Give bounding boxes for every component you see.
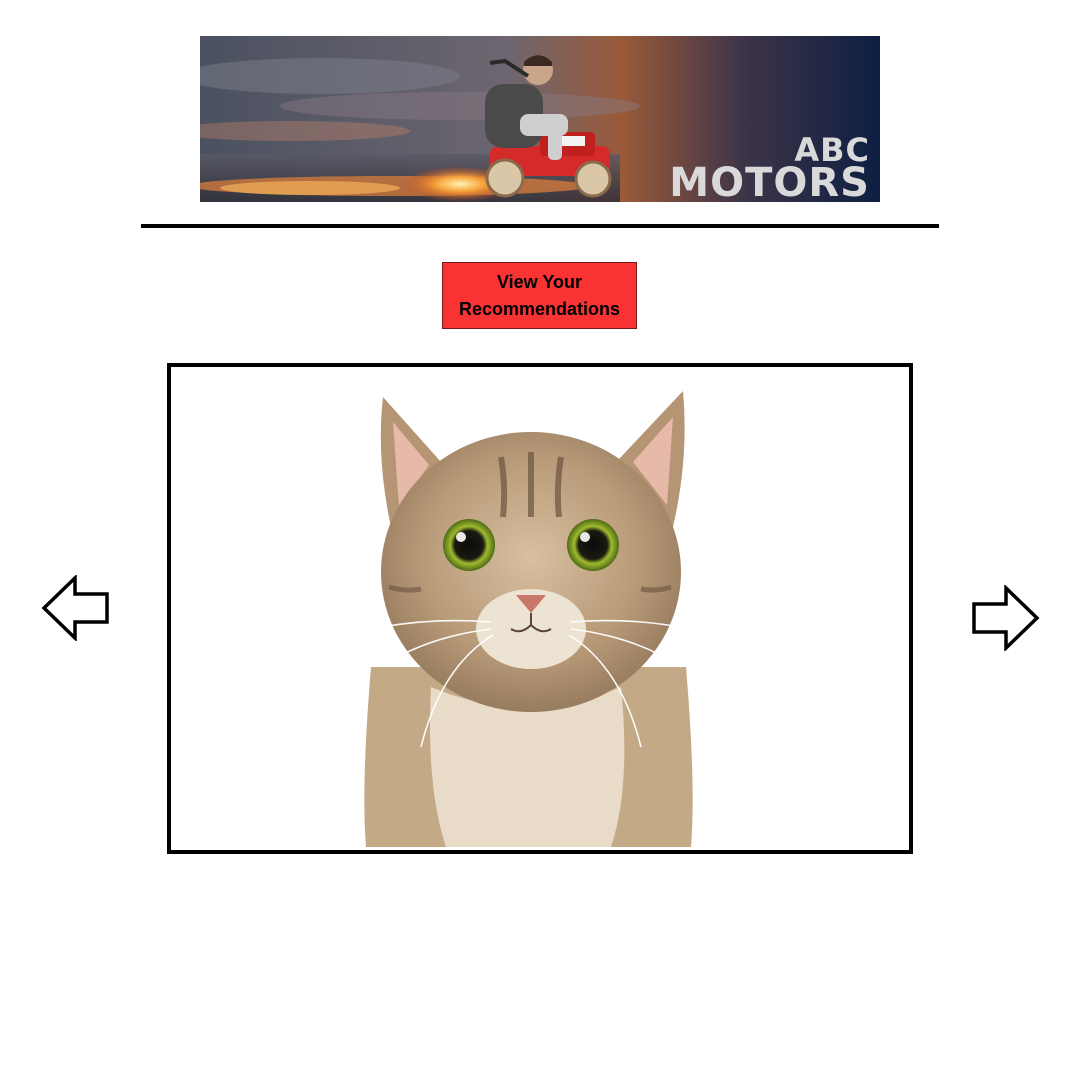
view-recommendations-button[interactable]: View Your Recommendations [442, 262, 637, 329]
button-label-line1: View Your [496, 271, 583, 292]
next-arrow-button[interactable] [970, 583, 1040, 653]
header-divider [141, 224, 939, 228]
cat-photo [364, 391, 693, 847]
header-banner: ABC MOTORS [200, 36, 880, 202]
brand-name-line2: MOTORS [669, 159, 870, 202]
previous-arrow-button[interactable] [41, 573, 111, 643]
brand-logo: ABC MOTORS [669, 134, 870, 202]
right-arrow-icon [972, 583, 1040, 653]
left-arrow-icon [41, 573, 109, 643]
image-viewer-frame [167, 363, 913, 854]
page: ABC MOTORS View Your Recommendations [0, 0, 1080, 1080]
button-label-line2: Recommendations [458, 298, 621, 319]
